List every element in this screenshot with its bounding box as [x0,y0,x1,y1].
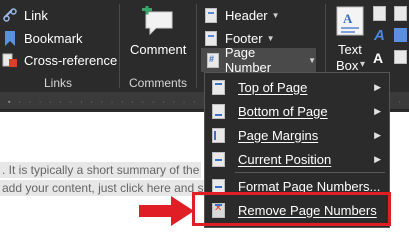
cross-reference-button[interactable]: Cross-reference [0,49,117,71]
menu-item-label: Bottom of Page [238,103,328,119]
current-position-icon [212,151,225,167]
quick-parts-icon[interactable] [373,6,386,21]
bookmark-icon [2,30,18,46]
page-number-button[interactable]: Page Number ▼ [201,45,316,75]
bottom-of-page-icon [212,103,225,119]
group-divider [196,4,197,88]
page-number-icon [207,52,219,68]
document-text-line: . It is typically a short summary of the [0,162,202,178]
text-box-icon: A [336,6,364,41]
header-label: Header [225,7,268,23]
submenu-arrow-icon: ▶ [374,105,381,116]
svg-text:A: A [343,11,353,26]
date-time-icon[interactable] [394,28,407,42]
submenu-arrow-icon: ▶ [374,153,381,164]
menu-item-label: Top of Page [238,79,308,95]
text-box-label-line1: Text [338,42,362,57]
chevron-down-icon: ▼ [266,33,275,43]
drop-cap-icon[interactable]: A [373,50,383,66]
submenu-arrow-icon: ▶ [374,81,381,92]
comments-group-label: Comments [128,76,187,90]
chevron-down-icon: ▼ [271,10,280,20]
chevron-down-icon: ▼ [308,55,316,65]
menu-item-top-of-page[interactable]: Top of Page ▶ [205,75,389,99]
new-comment-icon [142,4,176,41]
comment-button[interactable]: Comment [124,4,192,60]
link-label: Link [24,7,48,23]
menu-item-current-position[interactable]: Current Position ▶ [205,147,389,171]
page-number-label: Page Number [224,45,272,75]
chevron-down-icon: ▾ [360,59,366,70]
wordart-icon[interactable]: A [374,27,385,44]
header-icon [205,7,217,23]
page-margins-icon [212,127,225,143]
group-divider [119,4,120,88]
footer-icon [205,30,217,46]
red-arrow-icon [139,196,194,226]
header-button[interactable]: Header ▼ [205,4,280,26]
highlight-box [192,192,391,226]
document-text-line: add your content, just click here and s [0,180,206,196]
text-box-button[interactable]: A Text Box ▾ [330,4,368,74]
link-button[interactable]: Link [0,4,48,26]
object-icon[interactable] [394,50,407,64]
menu-item-page-margins[interactable]: Page Margins ▶ [205,123,389,147]
top-of-page-icon [212,79,225,95]
links-group-label: Links [43,76,72,90]
menu-item-bottom-of-page[interactable]: Bottom of Page ▶ [205,99,389,123]
menu-separator [235,172,385,173]
text-box-label-line2: Box [336,58,359,73]
menu-item-label: Page Margins [238,127,319,143]
cross-reference-label: Cross-reference [24,52,118,68]
comment-label: Comment [130,42,187,57]
bookmark-label: Bookmark [24,30,83,46]
submenu-arrow-icon: ▶ [374,129,381,140]
cross-reference-icon [2,52,18,68]
menu-item-label: Current Position [238,151,332,167]
footer-label: Footer [225,30,263,46]
link-icon [2,7,18,23]
signature-line-icon[interactable] [394,6,407,21]
bookmark-button[interactable]: Bookmark [0,27,83,49]
